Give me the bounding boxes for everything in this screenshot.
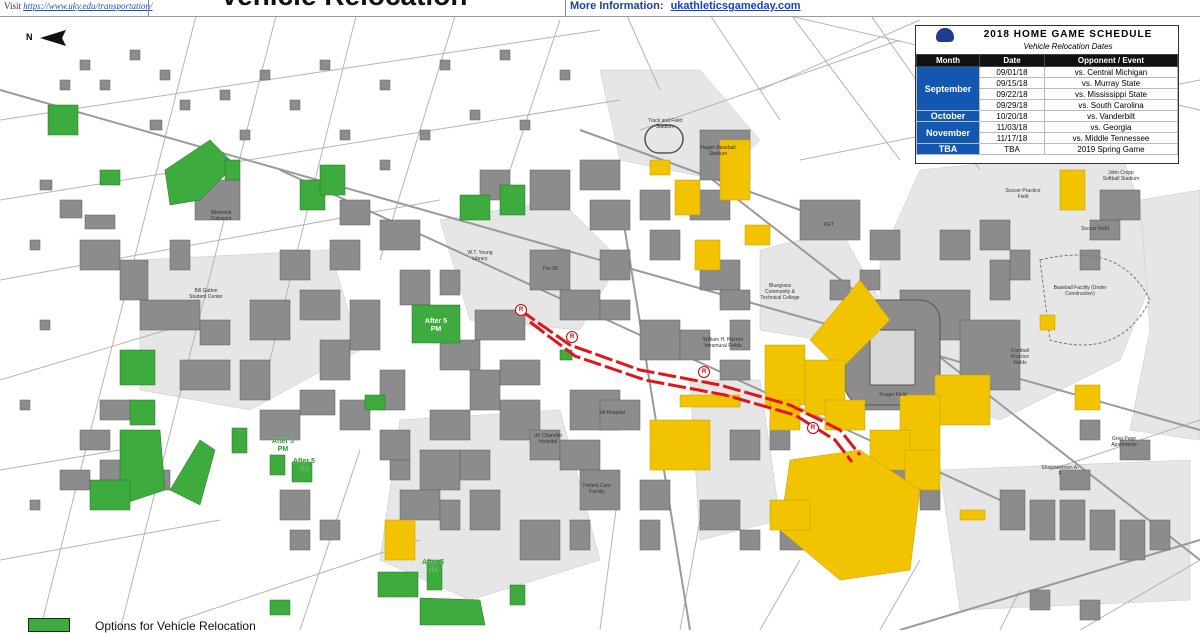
after-5pm-label: After 5 PM [421, 559, 445, 574]
place-label: W.T. Young Library [467, 250, 493, 262]
schedule-header: 2018 HOME GAME SCHEDULE Vehicle Relocati… [916, 26, 1178, 51]
transportation-link[interactable]: https://www.uky.edu/transportation/ [23, 1, 152, 11]
opponent-cell: vs. Middle Tennessee [1044, 132, 1178, 144]
place-label: Patient Care Facility [583, 483, 611, 495]
gameday-link[interactable]: ukathleticsgameday.com [671, 0, 801, 12]
place-label: Bill Gatton Student Center [189, 288, 223, 300]
after-5pm-label: After 5 PM [271, 438, 295, 453]
compass: N [16, 28, 70, 48]
date-cell: 09/15/18 [979, 77, 1045, 89]
date-cell: 09/01/18 [979, 66, 1045, 78]
date-cell: 10/20/18 [979, 110, 1045, 122]
table-row: TBA TBA 2019 Spring Game [916, 143, 1178, 155]
more-info: More Information: ukathleticsgameday.com [570, 0, 801, 12]
place-label: Track and Field Stadium [647, 118, 683, 130]
place-label: Greg Page Apartments [1111, 436, 1137, 448]
date-cell: 11/17/18 [979, 132, 1045, 144]
opponent-cell: vs. Georgia [1044, 121, 1178, 133]
after-5pm-label: After 5 PM [424, 318, 448, 333]
header-divider [148, 0, 149, 16]
date-cell: TBA [979, 143, 1045, 155]
schedule-table: Month Date Opponent / Event September 09… [916, 54, 1178, 155]
header-bar: Visit https://www.uky.edu/transportation… [0, 0, 1200, 17]
place-label: Kroger Field [879, 392, 907, 398]
place-label: John Cropp Softball Stadium [1102, 170, 1140, 182]
restriction-marker: R [698, 366, 710, 378]
header-divider [565, 0, 566, 16]
place-label: KET [824, 222, 834, 228]
column-header: Date [979, 54, 1045, 67]
opponent-cell: vs. Mississippi State [1044, 88, 1178, 100]
place-label: Shawneetown A-F [1041, 465, 1079, 477]
after-5pm-label: After 5 PM [292, 458, 316, 473]
more-info-label: More Information: [570, 0, 664, 12]
place-label: Hagan Baseball Stadium [700, 145, 736, 157]
place-label: Baseball Facility (Under Construction) [1053, 285, 1107, 297]
opponent-cell: vs. Murray State [1044, 77, 1178, 89]
place-label: William H. Pierrett Intramural Fields [702, 337, 743, 349]
visit-text: Visit https://www.uky.edu/transportation… [4, 0, 153, 12]
map-legend: Options for Vehicle Relocation [23, 614, 323, 633]
place-label: Soccer Field [1081, 226, 1109, 232]
legend-label: Options for Vehicle Relocation [95, 619, 256, 633]
month-cell: November [916, 121, 980, 144]
place-label: The 90 [542, 266, 558, 272]
restriction-marker: R [515, 304, 527, 316]
date-cell: 11/03/18 [979, 121, 1045, 133]
date-cell: 09/29/18 [979, 99, 1045, 111]
restriction-marker: R [566, 331, 578, 343]
place-label: VA Hospital [599, 410, 625, 416]
home-game-schedule: 2018 HOME GAME SCHEDULE Vehicle Relocati… [915, 25, 1179, 164]
restriction-marker: R [807, 422, 819, 434]
schedule-title: 2018 HOME GAME SCHEDULE [983, 29, 1153, 40]
place-label: Memorial Coliseum [210, 210, 232, 222]
visit-prefix: Visit [4, 1, 21, 11]
month-cell: September [916, 66, 980, 111]
helmet-icon [936, 28, 954, 42]
opponent-cell: 2019 Spring Game [1044, 143, 1178, 155]
column-header: Opponent / Event [1044, 54, 1178, 67]
opponent-cell: vs. Central Michigan [1044, 66, 1178, 78]
north-label: N [26, 32, 33, 42]
place-label: Bluegrass Community & Technical College [760, 283, 800, 301]
column-header: Month [916, 54, 980, 67]
table-row: November 11/03/18 vs. Georgia [916, 121, 1178, 144]
date-cell: 09/22/18 [979, 88, 1045, 100]
place-label: Soccer Practice Field [1005, 188, 1041, 200]
opponent-cell: vs. South Carolina [1044, 99, 1178, 111]
table-row: October 10/20/18 vs. Vanderbilt [916, 110, 1178, 122]
month-cell: TBA [916, 143, 980, 155]
place-label: Football Practice Fields [1010, 348, 1030, 366]
month-cell: October [916, 110, 980, 122]
opponent-cell: vs. Vanderbilt [1044, 110, 1178, 122]
page-title: Vehicle Relocation [220, 0, 467, 12]
schedule-subtitle: Vehicle Relocation Dates [1023, 42, 1113, 51]
place-label: UK Chandler Hospital [533, 433, 563, 445]
table-row: September 09/01/18 vs. Central Michigan [916, 66, 1178, 111]
